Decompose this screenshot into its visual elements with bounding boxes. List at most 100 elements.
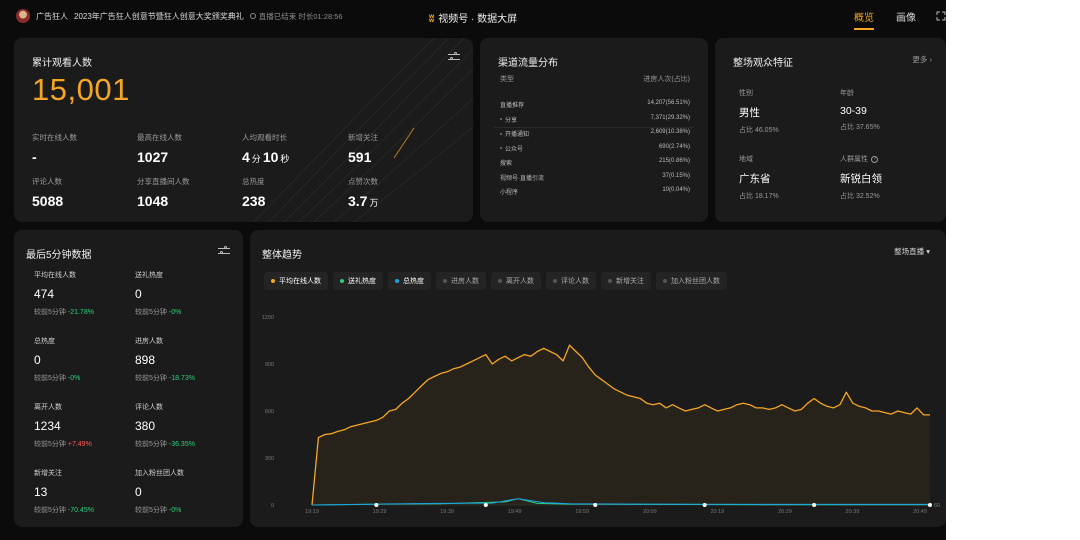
x-tick-label: 19:19	[305, 509, 319, 515]
trend-chart: 0 300 600 900 1200 60 19:19 19:29 19:39 19:49 19:5…	[262, 315, 940, 515]
metric-label: 加入粉丝团人数	[135, 470, 184, 477]
tab-overview[interactable]: 概览	[854, 9, 874, 30]
audience-title: 整场观众特征	[733, 58, 793, 69]
compare-delta: -0%	[67, 375, 81, 382]
channel-name-text: 直播推荐	[500, 103, 525, 109]
settings-filter-icon[interactable]	[218, 246, 230, 256]
likes-value: 3.7	[348, 193, 368, 209]
data-marker	[702, 503, 707, 507]
stat-value: 1048	[137, 193, 169, 209]
metric-value: 898	[135, 353, 156, 367]
channel-name-text: 公众号	[505, 146, 524, 153]
channel-value: 37(0.15%)	[662, 172, 690, 179]
x-tick-label: 19:39	[440, 509, 454, 515]
last5-title: 最后5分钟数据	[26, 250, 92, 261]
info-icon[interactable]: ?	[871, 155, 878, 163]
metric-value: 474	[34, 287, 55, 301]
compare-delta: -21.78%	[67, 309, 94, 316]
channel-row: 公众号 690(2.74%)	[500, 144, 690, 153]
y-tick-label: 300	[265, 456, 274, 462]
channel-value: 10(0.04%)	[662, 187, 690, 193]
compare-prefix: 较前5分钟	[135, 309, 167, 316]
metric-value: 0	[135, 287, 142, 301]
stat-new-follows: 新增关注 591	[348, 132, 378, 165]
compare-delta: -0%	[168, 507, 182, 514]
channel-value: 7,371(29.32%)	[650, 114, 690, 121]
stat-value: 5088	[32, 193, 64, 209]
metric-block: 总热度 0 较前5分钟 -0%	[34, 336, 80, 383]
x-tick-label: 19:49	[508, 509, 522, 515]
metric-compare: 较前5分钟 +7.49%	[34, 439, 92, 449]
feature-label: 人群属性?	[840, 154, 882, 164]
channel-name-text: 视频号·直播引流	[500, 175, 544, 182]
y-tick-label: 1200	[262, 315, 274, 321]
stat-commenters: 评论人数 5088	[32, 176, 63, 209]
stat-total-heat: 总热度 238	[242, 176, 265, 209]
metric-label: 新增关注	[34, 470, 62, 477]
bullet-icon	[500, 118, 502, 120]
right-axis-label: 60	[934, 503, 940, 509]
x-tick-label: 20:49	[913, 509, 927, 515]
y-tick-label: 900	[265, 362, 274, 368]
stat-label: 新增关注	[348, 133, 378, 142]
settings-filter-icon[interactable]	[448, 52, 460, 62]
view-tabs: 概览 画像	[854, 9, 916, 30]
y-tick-label: 600	[265, 409, 274, 415]
feature-label-text: 地域	[739, 156, 753, 163]
feature-label-text: 年龄	[840, 90, 854, 97]
stat-value: 1027	[137, 149, 169, 165]
channel-table-header: 类型 进房人次(占比)	[500, 74, 690, 84]
compare-prefix: 较前5分钟	[34, 309, 66, 316]
series-area	[312, 345, 930, 505]
data-marker	[483, 503, 488, 507]
more-link[interactable]: 更多 ›	[912, 54, 932, 65]
col-type: 类型	[500, 76, 514, 83]
metric-block: 平均在线人数 474 较前5分钟 -21.78%	[34, 270, 94, 317]
col-value: 进房人次(占比)	[643, 76, 690, 83]
feature-value: 新锐白领	[840, 173, 882, 185]
x-tick-label: 20:09	[643, 509, 657, 515]
fullscreen-icon[interactable]	[936, 11, 946, 21]
stat-realtime-online: 实时在线人数 -	[32, 132, 77, 165]
channels-logo-icon: ʬ	[428, 14, 435, 25]
app-title-text: 视频号 · 数据大屏	[438, 14, 518, 25]
channel-row: 开播通知 2,609(10.38%)	[500, 129, 690, 138]
x-tick-label: 20:19	[710, 509, 724, 515]
channel-name: 直播推荐	[500, 100, 524, 109]
compare-delta: -36.35%	[168, 441, 195, 448]
metric-block: 加入粉丝团人数 0 较前5分钟 -0%	[135, 468, 184, 515]
tab-portrait[interactable]: 画像	[896, 9, 916, 30]
channel-name: 开播通知	[500, 129, 529, 138]
metric-block: 新增关注 13 较前5分钟 -70.45%	[34, 468, 94, 515]
overview-title: 累计观看人数	[32, 58, 92, 69]
channel-name: 视频号·直播引流	[500, 173, 544, 182]
compare-prefix: 较前5分钟	[135, 375, 167, 382]
total-viewers: 15,001	[32, 72, 130, 107]
data-marker	[928, 503, 932, 507]
seconds-value: 10	[262, 149, 279, 165]
stat-value: 3.7 万	[348, 193, 380, 209]
metric-compare: 较前5分钟 -36.35%	[135, 439, 195, 449]
metric-value: 0	[34, 353, 41, 367]
feature-crowd: 人群属性? 新锐白领 占比 32.52%	[840, 154, 882, 201]
compare-prefix: 较前5分钟	[135, 507, 167, 514]
feature-age: 年龄 30-39 占比 37.65%	[840, 88, 880, 132]
metric-block: 评论人数 380 较前5分钟 -36.35%	[135, 402, 195, 449]
stat-value: 238	[242, 193, 266, 209]
stat-label: 人均观看时长	[242, 133, 287, 142]
metric-block: 进房人数 898 较前5分钟 -18.73%	[135, 336, 195, 383]
metric-value: 13	[34, 485, 48, 499]
metric-value: 1234	[34, 419, 61, 433]
channel-name: 小程序	[500, 187, 518, 196]
stat-likes: 点赞次数 3.7 万	[348, 176, 380, 209]
channel-name-text: 搜索	[500, 161, 513, 167]
stat-value: 4 分 10 秒	[242, 149, 291, 165]
x-tick-label: 20:39	[846, 509, 860, 515]
feature-pct: 占比 46.05%	[739, 127, 779, 134]
stat-label: 总热度	[242, 177, 265, 186]
data-marker	[374, 503, 379, 507]
minutes-value: 4	[242, 149, 250, 165]
compare-prefix: 较前5分钟	[34, 375, 66, 382]
metric-label: 进房人数	[135, 338, 163, 345]
bullet-icon	[500, 132, 502, 135]
